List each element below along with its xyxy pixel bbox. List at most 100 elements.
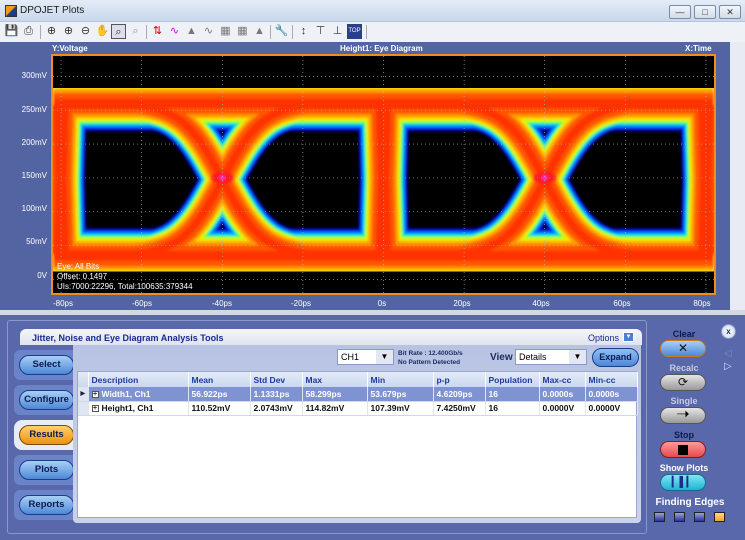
y-tick-label: 300mV bbox=[21, 71, 47, 80]
y-tick-label: 50mV bbox=[26, 237, 47, 246]
ui-count-readout: UIs:7000:22296, Total:100635:379344 bbox=[57, 282, 193, 291]
y-tick-label: 0V bbox=[37, 271, 47, 280]
nav-select-button[interactable]: Select bbox=[19, 355, 74, 375]
show-plots-button[interactable]: ▎▌▎ bbox=[660, 474, 706, 491]
table-row[interactable]: ▶ + Width1, Ch1 56.922ps 1.1331ps 58.299p… bbox=[78, 387, 638, 402]
x-tick-label: -40ps bbox=[211, 299, 232, 308]
zoom-in-icon[interactable]: ⊕ bbox=[44, 24, 59, 39]
view-label: View bbox=[490, 352, 513, 363]
next-arrow-icon[interactable]: ▷ bbox=[724, 361, 732, 372]
print-icon[interactable]: ⎙ bbox=[21, 24, 36, 39]
bit-rate-text: Bit Rate : 12.400Gb/s bbox=[398, 350, 463, 357]
y-tick-label: 150mV bbox=[21, 171, 47, 180]
clear-label: Clear bbox=[672, 329, 696, 339]
eye-diagram-heatmap bbox=[53, 56, 714, 293]
zoom-box-icon[interactable]: ⌕ bbox=[111, 24, 126, 39]
x-tick-label: -20ps bbox=[290, 299, 311, 308]
col-max-cc[interactable]: Max-cc bbox=[539, 372, 586, 387]
single-button[interactable]: ➝ bbox=[660, 407, 706, 424]
x-tick-label: 20ps bbox=[453, 299, 471, 308]
align-top-icon[interactable]: ⊤ bbox=[313, 24, 328, 39]
y-tick-label: 200mV bbox=[21, 138, 47, 147]
pattern-status-text: No Pattern Detected bbox=[398, 359, 461, 366]
save-icon[interactable]: 💾 bbox=[4, 24, 19, 39]
y-tick-label: 250mV bbox=[21, 105, 47, 114]
histogram-reset-icon[interactable]: ▲ bbox=[184, 24, 199, 39]
x-tick-label: 60ps bbox=[613, 299, 631, 308]
recalc-button[interactable]: ⟳ bbox=[660, 374, 706, 391]
col-std-dev[interactable]: Std Dev bbox=[250, 372, 303, 387]
prev-arrow-icon: ◁ bbox=[724, 348, 732, 359]
x-tick-label: -80ps bbox=[52, 299, 73, 308]
table-header-row: Description Mean Std Dev Max Min p-p Pop… bbox=[78, 372, 638, 387]
nav-reports-button[interactable]: Reports bbox=[19, 495, 74, 515]
expand-row-icon[interactable]: + bbox=[91, 405, 99, 413]
clear-x-icon: ✕ bbox=[677, 341, 689, 355]
stop-label: Stop bbox=[674, 430, 694, 440]
pan-hand-icon[interactable]: ✋ bbox=[95, 24, 110, 39]
source-dropdown-icon[interactable]: ▼ bbox=[376, 350, 393, 364]
fit-vertical-icon[interactable]: ↕ bbox=[296, 24, 311, 39]
row-selector-icon: ▶ bbox=[78, 387, 89, 402]
col-mean[interactable]: Mean bbox=[188, 372, 251, 387]
offset-readout: Offset: 0.1497 bbox=[57, 272, 108, 281]
mask-icon[interactable]: ▦ bbox=[218, 24, 233, 39]
zoom-box-disabled-icon: ⌕ bbox=[132, 25, 139, 37]
y-tick-label: 100mV bbox=[21, 204, 47, 213]
histogram-bars-icon: ▎▌▎ bbox=[671, 477, 695, 488]
col-min-cc[interactable]: Min-cc bbox=[585, 372, 638, 387]
clear-button[interactable]: ✕ bbox=[660, 340, 706, 357]
col-population[interactable]: Population bbox=[485, 372, 540, 387]
minimize-button[interactable]: — bbox=[669, 5, 691, 19]
single-label: Single bbox=[670, 396, 698, 406]
recalc-label: Recalc bbox=[669, 363, 699, 373]
close-button[interactable]: ✕ bbox=[719, 5, 741, 19]
recalc-icon: ⟳ bbox=[677, 375, 689, 389]
options-dropdown-icon[interactable]: ▼ bbox=[623, 332, 634, 342]
progress-indicator bbox=[694, 512, 705, 522]
app-icon bbox=[5, 5, 17, 17]
x-tick-label: 80ps bbox=[693, 299, 711, 308]
zoom-fit-icon[interactable]: ⊕ bbox=[61, 24, 76, 39]
progress-indicator bbox=[654, 512, 665, 522]
nav-configure-button[interactable]: Configure bbox=[19, 390, 74, 410]
nav-plots-button[interactable]: Plots bbox=[19, 460, 74, 480]
wrench-icon[interactable]: 🔧 bbox=[274, 24, 289, 39]
bit-rate-info: Bit Rate : 12.400Gb/s No Pattern Detecte… bbox=[398, 349, 463, 367]
eye-diagram-plot[interactable] bbox=[51, 54, 716, 295]
waveform-icon[interactable]: ∿ bbox=[167, 24, 182, 39]
status-label: Finding Edges bbox=[655, 497, 725, 508]
col-min[interactable]: Min bbox=[367, 372, 434, 387]
plot-title: Height1: Eye Diagram bbox=[340, 44, 423, 53]
cursor-vertical-icon[interactable]: ⇅ bbox=[150, 24, 165, 39]
stop-button[interactable] bbox=[660, 441, 706, 458]
maximize-button[interactable]: □ bbox=[694, 5, 716, 19]
progress-indicator bbox=[674, 512, 685, 522]
options-label[interactable]: Options bbox=[588, 333, 619, 343]
x-tick-label: 40ps bbox=[532, 299, 550, 308]
histogram-icon[interactable]: ▲ bbox=[252, 24, 267, 39]
results-table: Description Mean Std Dev Max Min p-p Pop… bbox=[77, 371, 638, 518]
nav-results-button[interactable]: Results bbox=[19, 425, 74, 445]
x-tick-label: -60ps bbox=[131, 299, 152, 308]
expand-button[interactable]: Expand bbox=[592, 348, 639, 367]
x-axis-label: X:Time bbox=[685, 44, 712, 53]
table-row[interactable]: + Height1, Ch1 110.52mV 2.0743mV 114.82mV… bbox=[78, 401, 638, 416]
align-bottom-icon[interactable]: ⊥ bbox=[330, 24, 345, 39]
x-tick-label: 0s bbox=[377, 299, 387, 308]
zoom-out-icon[interactable]: ⊖ bbox=[78, 24, 93, 39]
top-icon[interactable]: TOP bbox=[347, 24, 362, 39]
col-max[interactable]: Max bbox=[302, 372, 368, 387]
y-axis-label: Y:Voltage bbox=[52, 44, 88, 53]
eye-label: Eye: All Bits bbox=[57, 262, 100, 271]
close-panel-button[interactable]: x bbox=[721, 324, 736, 339]
mask-hide-icon[interactable]: ▦ bbox=[235, 24, 250, 39]
tools-title: Jitter, Noise and Eye Diagram Analysis T… bbox=[32, 333, 224, 343]
view-dropdown-icon[interactable]: ▼ bbox=[569, 350, 586, 364]
expand-row-icon[interactable]: + bbox=[91, 391, 99, 398]
window-titlebar: DPOJET Plots — □ ✕ bbox=[0, 0, 745, 22]
eye-reset-icon[interactable]: ∿ bbox=[201, 24, 216, 39]
col-p-p[interactable]: p-p bbox=[433, 372, 486, 387]
col-description[interactable]: Description bbox=[88, 372, 189, 387]
show-plots-label: Show Plots bbox=[659, 463, 709, 473]
